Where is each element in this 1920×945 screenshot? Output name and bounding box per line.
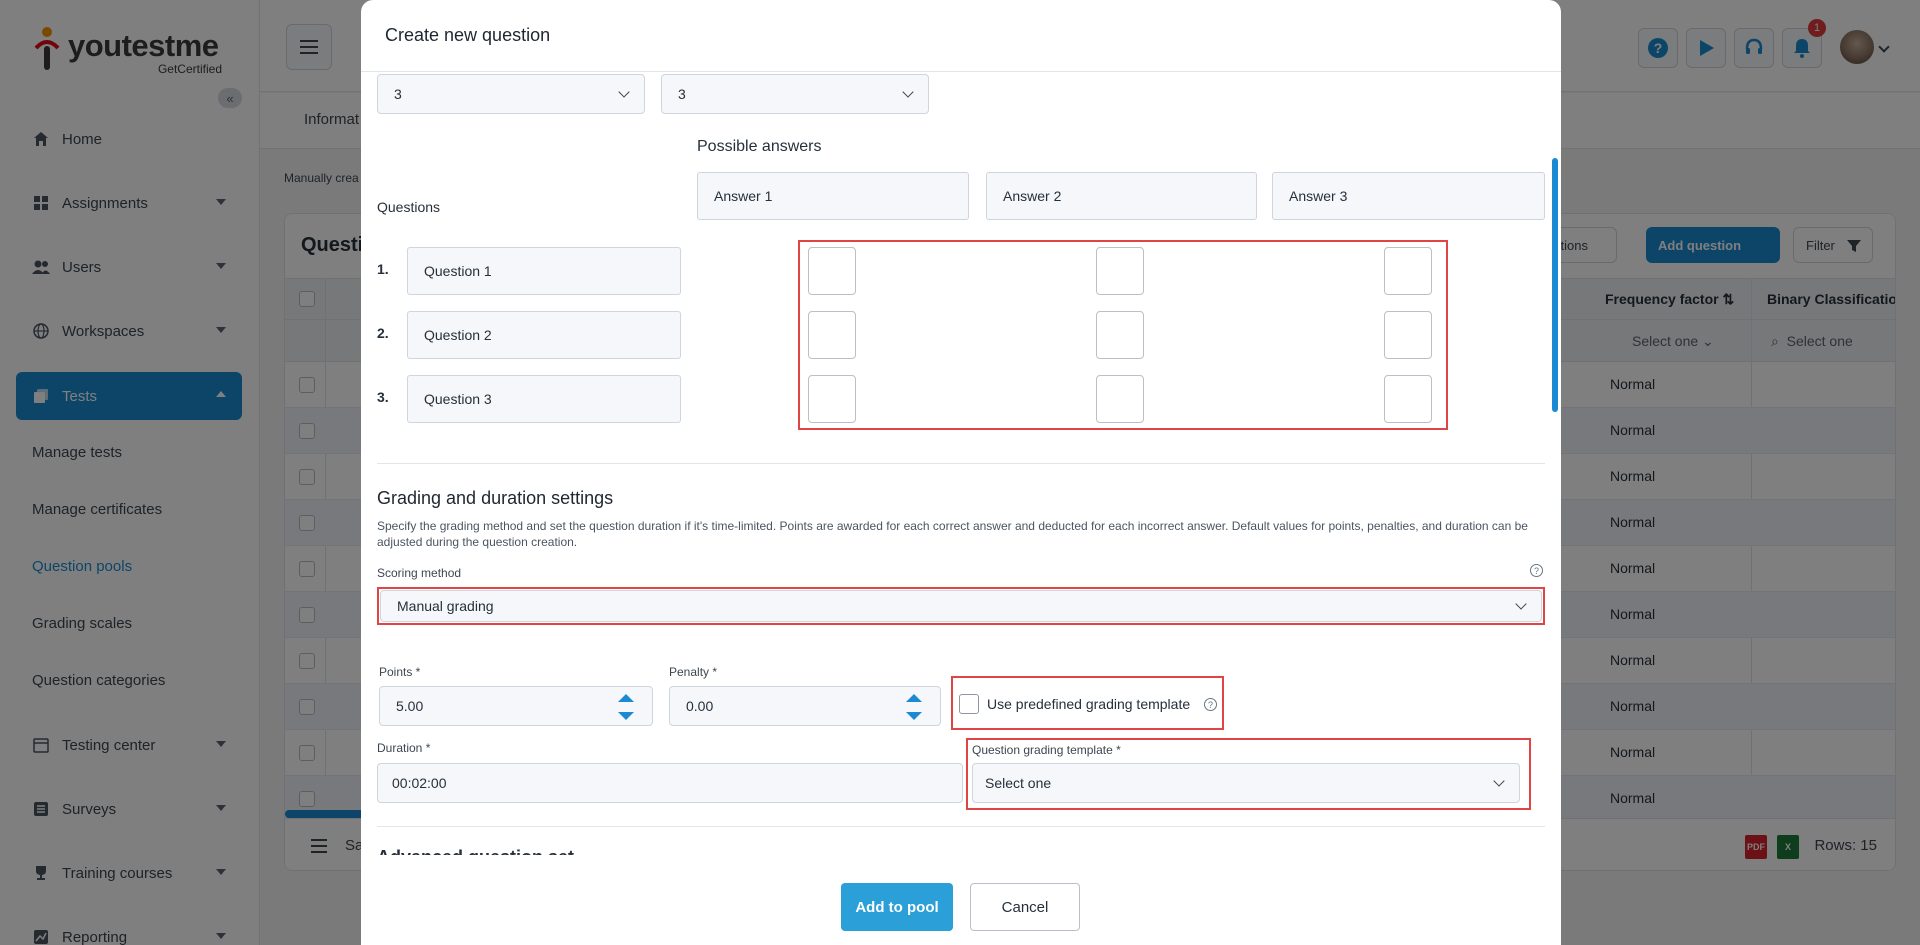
stepper-icon[interactable] [618, 694, 634, 720]
matrix-cell[interactable] [1384, 375, 1432, 423]
advanced-section-title: Advanced question set [377, 847, 574, 855]
stepper-icon[interactable] [906, 694, 922, 720]
scoring-method-dropdown[interactable]: Manual grading [380, 590, 1542, 622]
modal-header: Create new question [361, 0, 1561, 72]
matrix-cell[interactable] [808, 311, 856, 359]
modal-title: Create new question [385, 25, 551, 45]
possible-answers-label: Possible answers [697, 138, 822, 155]
help-icon[interactable]: ? [1530, 564, 1543, 577]
answers-count-dropdown[interactable]: 3 [661, 74, 929, 114]
duration-label: Duration * [377, 741, 431, 755]
help-icon[interactable]: ? [1204, 698, 1217, 711]
chevron-down-icon [1493, 775, 1505, 787]
questions-count-dropdown[interactable]: 3 [377, 74, 645, 114]
divider [377, 826, 1545, 827]
matrix-cell[interactable] [1384, 247, 1432, 295]
penalty-input[interactable]: 0.00 [669, 686, 941, 726]
chevron-down-icon [618, 86, 630, 98]
points-label: Points * [379, 665, 421, 679]
matrix-cell[interactable] [1096, 247, 1144, 295]
penalty-label: Penalty * [669, 665, 718, 679]
modal-footer: Add to pool Cancel [361, 855, 1561, 945]
cancel-button[interactable]: Cancel [970, 883, 1080, 931]
matrix-cell[interactable] [1384, 311, 1432, 359]
answer-2-input[interactable]: Answer 2 [986, 172, 1257, 220]
use-template-label[interactable]: Use predefined grading template [987, 696, 1190, 712]
scoring-method-label: Scoring method [377, 566, 462, 580]
grading-template-label: Question grading template * [972, 743, 1121, 757]
modal-body: 3 3 Possible answers Questions Answer 1 … [361, 72, 1561, 855]
question-number: 1. [377, 261, 389, 277]
modal-scrollbar[interactable] [1552, 88, 1558, 788]
question-number: 2. [377, 325, 389, 341]
points-input[interactable]: 5.00 [379, 686, 653, 726]
matrix-cell[interactable] [1096, 311, 1144, 359]
question-number: 3. [377, 389, 389, 405]
duration-input[interactable]: 00:02:00 [377, 763, 963, 803]
answer-1-input[interactable]: Answer 1 [697, 172, 969, 220]
add-to-pool-button[interactable]: Add to pool [841, 883, 953, 931]
grading-template-dropdown[interactable]: Select one [972, 763, 1520, 803]
divider [377, 463, 1545, 464]
use-template-checkbox[interactable] [959, 694, 979, 714]
grading-section-description: Specify the grading method and set the q… [377, 519, 1528, 549]
chevron-down-icon [902, 86, 914, 98]
chevron-down-icon [1515, 598, 1527, 610]
matrix-cell[interactable] [1096, 375, 1144, 423]
grading-section-title: Grading and duration settings [377, 488, 614, 508]
matrix-cell[interactable] [808, 247, 856, 295]
questions-label: Questions [377, 199, 441, 215]
answer-3-input[interactable]: Answer 3 [1272, 172, 1545, 220]
matrix-cell[interactable] [808, 375, 856, 423]
question-1-input[interactable]: Question 1 [407, 247, 681, 295]
create-question-modal: Create new question 3 3 Possible answers… [361, 0, 1561, 945]
question-3-input[interactable]: Question 3 [407, 375, 681, 423]
question-2-input[interactable]: Question 2 [407, 311, 681, 359]
